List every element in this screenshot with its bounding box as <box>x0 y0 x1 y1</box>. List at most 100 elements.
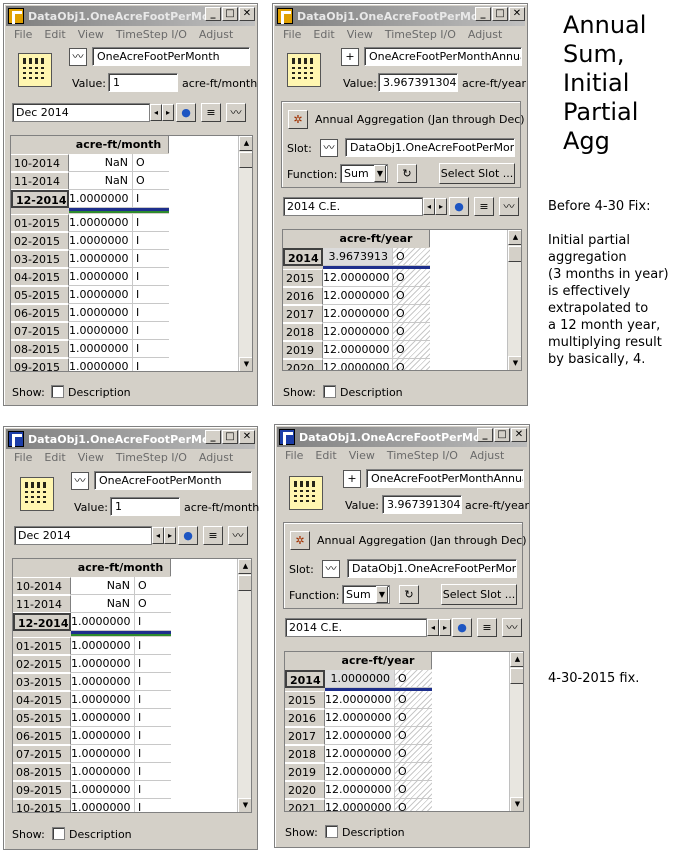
date-next-button[interactable]: ▸ <box>439 619 451 636</box>
table-row[interactable]: 09-2015 1.0000000 I <box>13 781 171 799</box>
row-value[interactable]: 1.0000000 <box>71 781 135 799</box>
vertical-scrollbar[interactable]: ▲ ▼ <box>238 136 252 371</box>
date-selector[interactable]: 2014 C.E. <box>285 618 427 637</box>
refresh-icon[interactable]: ↻ <box>397 164 417 183</box>
row-label[interactable]: 02-2015 <box>11 232 69 250</box>
table-row[interactable]: 06-2015 1.0000000 I <box>13 727 171 745</box>
table-row[interactable]: 08-2015 1.0000000 I <box>13 763 171 781</box>
row-value[interactable]: NaN <box>69 172 133 190</box>
minimize-icon[interactable]: _ <box>205 430 221 444</box>
chevron-down-icon[interactable]: ▼ <box>376 586 388 603</box>
maximize-icon[interactable]: □ <box>222 7 238 21</box>
menu-edit[interactable]: Edit <box>307 28 340 45</box>
description-checkbox[interactable] <box>52 827 65 840</box>
row-label[interactable]: 07-2015 <box>13 745 71 763</box>
list-view-icon[interactable]: ≡ <box>474 197 494 216</box>
table-row[interactable]: 2016 12.0000000 O <box>285 709 432 727</box>
scroll-up-button[interactable]: ▲ <box>238 559 251 574</box>
scroll-down-button[interactable]: ▼ <box>239 357 252 371</box>
row-value[interactable]: 1.0000000 <box>71 637 135 655</box>
menu-view[interactable]: View <box>72 28 110 45</box>
menu-adjust[interactable]: Adjust <box>193 28 239 45</box>
row-value[interactable]: 1.0000000 <box>71 763 135 781</box>
row-label[interactable]: 10-2015 <box>13 799 71 812</box>
column-header[interactable]: acre-ft/month <box>69 136 169 153</box>
row-value[interactable]: 1.0000000 <box>71 655 135 673</box>
slot-name-field[interactable]: OneAcreFootPerMonthAnnual <box>366 469 524 488</box>
select-slot-button[interactable]: Select Slot ... <box>441 584 517 605</box>
menu-edit[interactable]: Edit <box>38 28 71 45</box>
settings-gear-icon[interactable]: ✲ <box>288 110 308 129</box>
table-row[interactable]: 06-2015 1.0000000 I <box>11 304 169 322</box>
table-row[interactable]: 09-2015 1.0000000 I <box>11 358 169 371</box>
slot-name-field[interactable]: OneAcreFootPerMonth <box>94 471 252 490</box>
scroll-down-button[interactable]: ▼ <box>510 797 523 811</box>
vertical-scrollbar[interactable]: ▲ ▼ <box>509 652 523 811</box>
row-value[interactable]: 1.0000000 <box>71 709 135 727</box>
select-slot-button[interactable]: Select Slot ... <box>439 163 515 184</box>
table-row[interactable]: 03-2015 1.0000000 I <box>11 250 169 268</box>
row-value[interactable]: 1.0000000 <box>69 358 133 371</box>
table-row[interactable]: 03-2015 1.0000000 I <box>13 673 171 691</box>
row-value[interactable]: 1.0000000 <box>71 613 135 631</box>
scroll-thumb[interactable] <box>238 575 251 591</box>
row-value[interactable]: 12.0000000 <box>325 763 395 781</box>
row-label[interactable]: 2014 <box>285 670 325 688</box>
menu-file[interactable]: File <box>279 449 309 466</box>
row-label[interactable]: 2016 <box>285 709 325 727</box>
table-row[interactable]: 02-2015 1.0000000 I <box>13 655 171 673</box>
row-value[interactable]: 12.0000000 <box>323 287 393 305</box>
table-row[interactable]: 2015 12.0000000 O <box>285 691 432 709</box>
table-row[interactable]: 05-2015 1.0000000 I <box>13 709 171 727</box>
row-value[interactable]: 12.0000000 <box>323 305 393 323</box>
table-row[interactable]: 12-2014 1.0000000 I <box>13 613 171 631</box>
row-label[interactable]: 2020 <box>283 359 323 370</box>
value-field[interactable]: 3.9673913043 <box>382 495 462 514</box>
row-value[interactable]: 1.0000000 <box>69 304 133 322</box>
row-value[interactable]: 12.0000000 <box>325 709 395 727</box>
menu-view[interactable]: View <box>343 449 381 466</box>
column-header[interactable]: acre-ft/year <box>325 652 432 669</box>
table-row[interactable]: 2019 12.0000000 O <box>283 341 430 359</box>
menu-file[interactable]: File <box>8 28 38 45</box>
row-value[interactable]: 1.0000000 <box>69 250 133 268</box>
globe-icon[interactable]: ● <box>178 526 198 545</box>
row-label[interactable]: 12-2014 <box>13 613 71 631</box>
menu-timestep-io[interactable]: TimeStep I/O <box>110 451 193 468</box>
row-value[interactable]: 12.0000000 <box>323 359 393 370</box>
menu-adjust[interactable]: Adjust <box>193 451 239 468</box>
row-label[interactable]: 01-2015 <box>11 214 69 232</box>
row-value[interactable]: 12.0000000 <box>325 727 395 745</box>
value-field[interactable]: 3.9673913043 <box>378 73 458 92</box>
column-header[interactable]: acre-ft/month <box>71 559 171 576</box>
table-row[interactable]: 2016 12.0000000 O <box>283 287 430 305</box>
list-view-icon[interactable]: ≡ <box>203 526 223 545</box>
row-label[interactable]: 05-2015 <box>11 286 69 304</box>
vertical-scrollbar[interactable]: ▲ ▼ <box>507 230 521 370</box>
table-row[interactable]: 07-2015 1.0000000 I <box>11 322 169 340</box>
scroll-up-button[interactable]: ▲ <box>508 230 521 245</box>
maximize-icon[interactable]: □ <box>492 7 508 21</box>
row-label[interactable]: 2020 <box>285 781 325 799</box>
value-field[interactable]: 1 <box>108 73 178 92</box>
globe-icon[interactable]: ● <box>452 618 472 637</box>
row-value[interactable]: 12.0000000 <box>325 799 395 811</box>
row-label[interactable]: 2019 <box>285 763 325 781</box>
globe-icon[interactable]: ● <box>176 103 196 122</box>
row-label[interactable]: 2017 <box>285 727 325 745</box>
table-row[interactable]: 2017 12.0000000 O <box>285 727 432 745</box>
row-value[interactable]: 12.0000000 <box>323 341 393 359</box>
row-value[interactable]: 1.0000000 <box>69 286 133 304</box>
agg-slot-icon[interactable]: + <box>343 470 361 488</box>
table-row[interactable]: 05-2015 1.0000000 I <box>11 286 169 304</box>
row-label[interactable]: 2017 <box>283 305 323 323</box>
list-view-icon[interactable]: ≡ <box>477 618 497 637</box>
table-row[interactable]: 2014 1.0000000 O <box>285 670 432 688</box>
plot-view-icon[interactable]: 〰 <box>499 197 519 216</box>
plot-slot-icon[interactable]: 〰 <box>320 139 338 157</box>
slot-name-field[interactable]: OneAcreFootPerMonth <box>92 47 250 66</box>
row-label[interactable]: 02-2015 <box>13 655 71 673</box>
plot-slot-icon[interactable]: 〰 <box>322 560 340 578</box>
table-row[interactable]: 2015 12.0000000 O <box>283 269 430 287</box>
row-label[interactable]: 2018 <box>285 745 325 763</box>
